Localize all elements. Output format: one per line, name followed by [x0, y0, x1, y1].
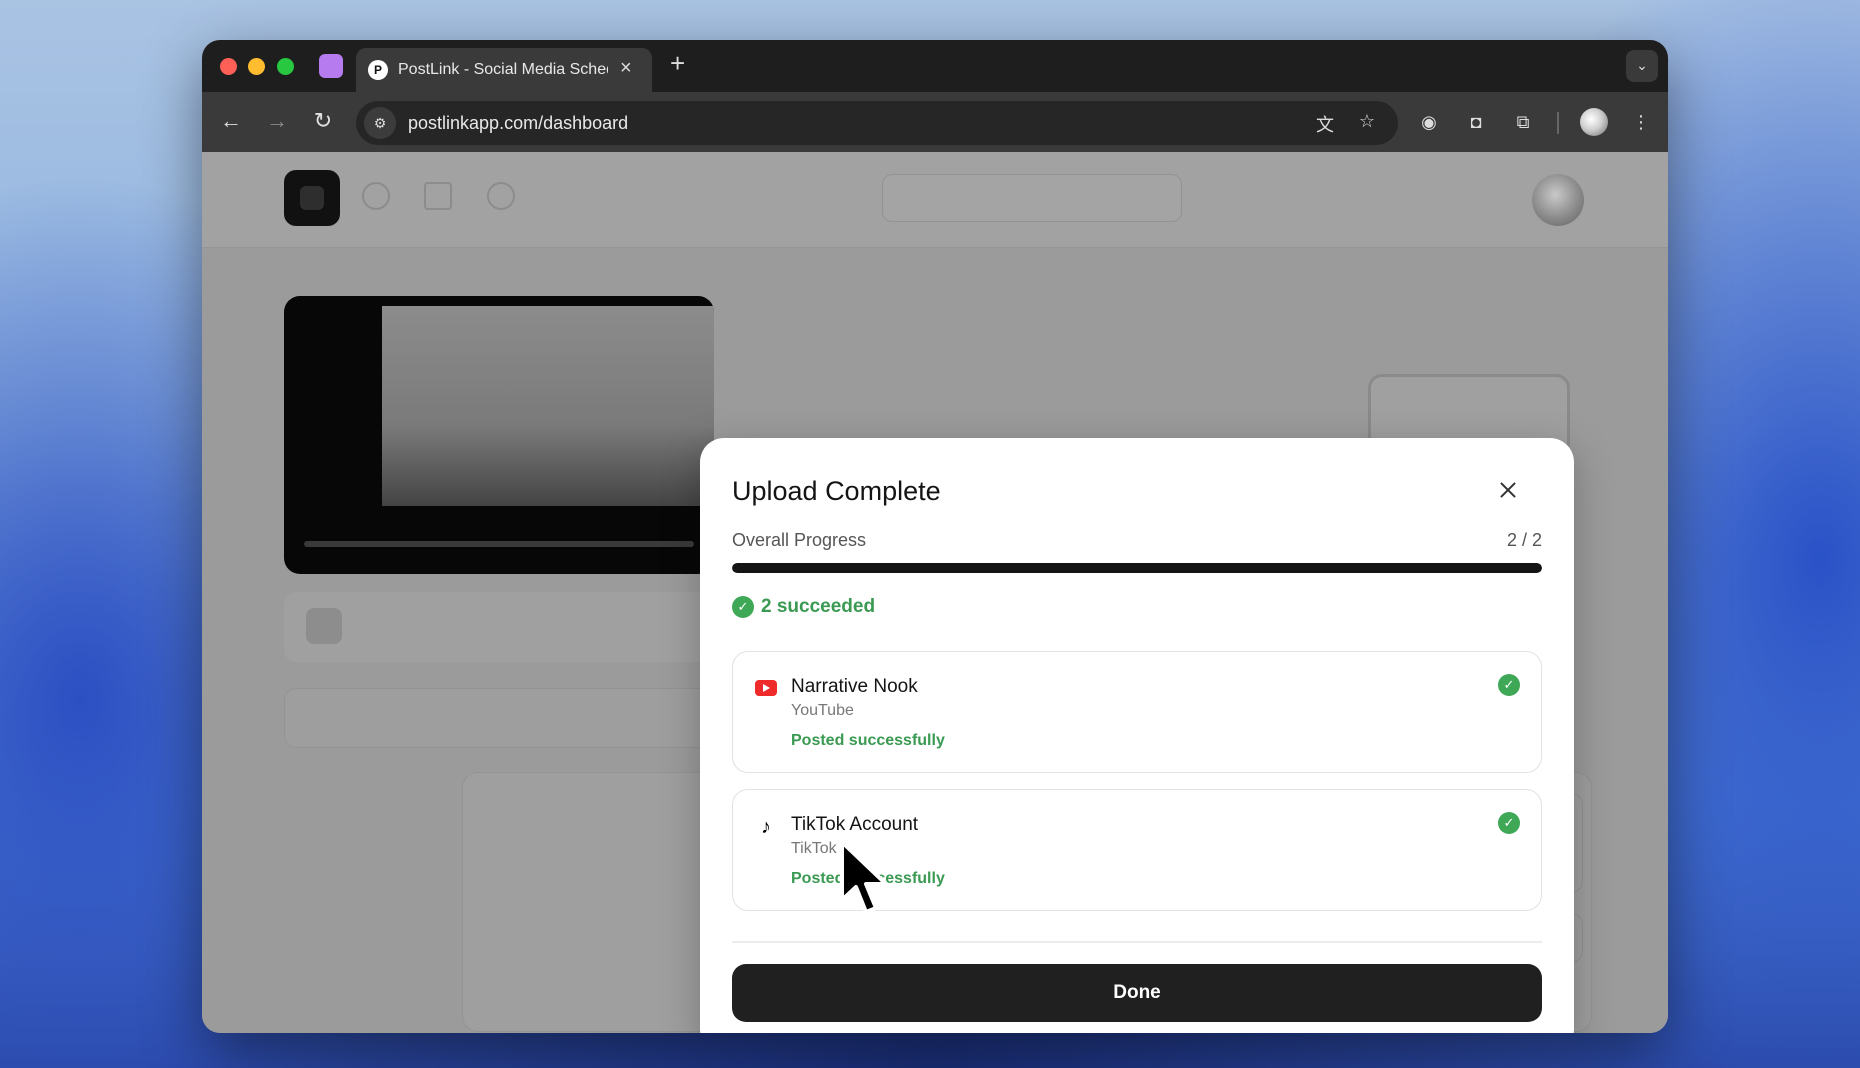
upload-complete-modal: Upload Complete Overall Progress 2 / 2 ✓…	[700, 438, 1574, 1033]
forward-button[interactable]: →	[262, 106, 292, 136]
schedule-field-dimmed	[284, 688, 714, 748]
video-preview-dimmed	[284, 296, 714, 574]
back-button[interactable]: ←	[216, 106, 246, 136]
youtube-icon	[755, 680, 777, 696]
extensions-puzzle-icon[interactable]: ⧉	[1508, 108, 1538, 136]
browser-toolbar: ← → ↻ ⚙ postlinkapp.com/dashboard 文 ☆ ◉ …	[202, 92, 1668, 152]
account-platform: TikTok	[791, 840, 837, 857]
close-window-button[interactable]	[220, 58, 237, 75]
extension-glasses-icon[interactable]: ◉	[1414, 108, 1444, 136]
tab-title: PostLink - Social Media Scheduler	[398, 61, 608, 78]
progress-count: 2 / 2	[1506, 530, 1542, 550]
bookmark-star-icon[interactable]: ☆	[1354, 111, 1380, 132]
maximize-window-button[interactable]	[277, 58, 294, 75]
account-status: Posted successfully	[791, 732, 945, 749]
app-header-dimmed	[202, 152, 1668, 248]
modal-title: Upload Complete	[732, 476, 941, 506]
file-info-dimmed	[284, 592, 714, 662]
account-name: Narrative Nook	[791, 676, 918, 697]
more-menu-icon[interactable]: ⋮	[1626, 108, 1656, 136]
mouse-pointer-icon	[840, 840, 888, 914]
translate-icon[interactable]: 文	[1312, 111, 1338, 137]
reload-button[interactable]: ↻	[308, 106, 338, 136]
success-check-icon: ✓	[1498, 812, 1520, 834]
tab-search-button[interactable]: ⌄	[1626, 50, 1658, 82]
progress-label: Overall Progress	[732, 530, 867, 550]
channel-select-dimmed	[882, 174, 1182, 222]
account-platform: YouTube	[791, 702, 854, 719]
done-button[interactable]: Done	[732, 964, 1542, 1022]
user-avatar-dimmed	[1532, 174, 1584, 226]
postlink-favicon-icon: P	[368, 60, 388, 80]
divider	[732, 941, 1542, 943]
site-info-icon[interactable]: ⚙	[364, 107, 396, 139]
progress-bar-fill	[732, 563, 1542, 573]
nav-icon-dimmed	[487, 182, 515, 210]
screenshot-camera-icon[interactable]: ◘	[1461, 108, 1491, 136]
url-text: postlinkapp.com/dashboard	[408, 113, 629, 133]
browser-window: P PostLink - Social Media Scheduler × + …	[202, 40, 1668, 1033]
account-name: TikTok Account	[791, 814, 919, 835]
nav-icon-dimmed	[362, 182, 390, 210]
tab-close-icon[interactable]: ×	[620, 57, 632, 80]
browser-tab[interactable]: P PostLink - Social Media Scheduler ×	[356, 48, 652, 92]
close-icon[interactable]	[1494, 476, 1522, 504]
minimize-window-button[interactable]	[248, 58, 265, 75]
success-summary: 2 succeeded	[761, 596, 876, 617]
nav-icon-dimmed	[424, 182, 452, 210]
app-logo	[284, 170, 340, 226]
address-bar[interactable]: ⚙ postlinkapp.com/dashboard 文 ☆	[356, 101, 1398, 145]
new-tab-button[interactable]: +	[670, 50, 685, 76]
account-result-card: Narrative Nook YouTube Posted successful…	[732, 651, 1542, 773]
progress-bar	[732, 563, 1542, 573]
success-check-icon: ✓	[732, 596, 754, 618]
toolbar-divider	[1557, 112, 1559, 134]
tab-bar: P PostLink - Social Media Scheduler × + …	[202, 40, 1668, 92]
success-check-icon: ✓	[1498, 674, 1520, 696]
tab-group-icon[interactable]	[319, 54, 343, 78]
tiktok-icon: ♪	[761, 816, 771, 838]
page-content: Upload Complete Overall Progress 2 / 2 ✓…	[202, 152, 1668, 1033]
profile-avatar[interactable]	[1580, 108, 1608, 136]
